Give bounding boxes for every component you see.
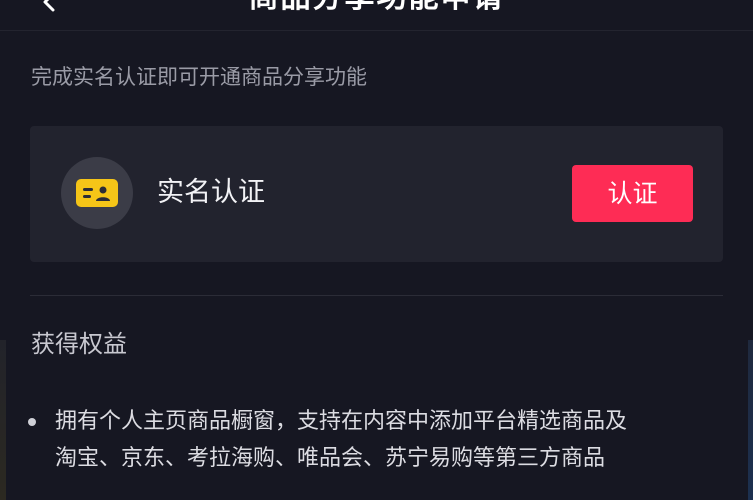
verification-title: 实名认证: [157, 177, 265, 208]
page-title: 商品分享功能申请: [0, 0, 753, 18]
bullet-icon: [28, 418, 36, 426]
benefit-line-2: 淘宝、京东、考拉海购、唯品会、苏宁易购等第三方商品: [55, 446, 606, 471]
page: 商品分享功能申请 完成实名认证即可开通商品分享功能 实名认证 认证 获得权益 拥…: [0, 0, 753, 500]
benefits-section-title: 获得权益: [31, 330, 127, 358]
benefit-text: 拥有个人主页商品橱窗，支持在内容中添加平台精选商品及 淘宝、京东、考拉海购、唯品…: [55, 403, 725, 477]
id-card-avatar: [61, 157, 133, 229]
verification-card: 实名认证 认证: [30, 126, 723, 262]
edge-shadow-left: [0, 340, 6, 500]
top-bar: 商品分享功能申请: [0, 0, 753, 31]
divider: [30, 295, 723, 296]
benefit-line-1: 拥有个人主页商品橱窗，支持在内容中添加平台精选商品及: [55, 409, 628, 434]
id-card-icon: [76, 179, 118, 207]
verification-hint: 完成实名认证即可开通商品分享功能: [31, 65, 367, 89]
edge-shadow-right: [748, 340, 753, 500]
verify-button[interactable]: 认证: [572, 165, 693, 222]
